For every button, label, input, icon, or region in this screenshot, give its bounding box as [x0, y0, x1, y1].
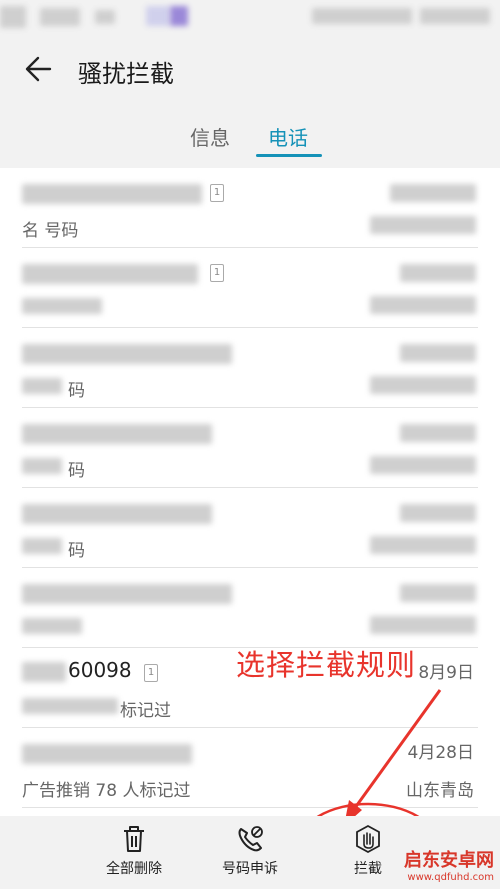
- trash-icon: [124, 826, 144, 852]
- watermark-url: www.qdfuhd.com: [407, 872, 494, 883]
- delete-all-button[interactable]: 全部删除: [84, 824, 184, 878]
- block-rules-button[interactable]: 拦截: [318, 824, 418, 878]
- number-appeal-button[interactable]: 号码申诉: [200, 824, 300, 878]
- block-rules-label: 拦截: [354, 861, 382, 877]
- annotation-arrow: [296, 689, 442, 889]
- watermark: 启东安卓网 www.qdfuhd.com: [404, 846, 494, 883]
- watermark-text: 启东安卓网: [404, 850, 494, 871]
- hand-stop-icon: [356, 824, 380, 854]
- phone-block-icon: [238, 826, 263, 852]
- delete-all-label: 全部删除: [106, 861, 162, 877]
- number-appeal-label: 号码申诉: [222, 861, 278, 877]
